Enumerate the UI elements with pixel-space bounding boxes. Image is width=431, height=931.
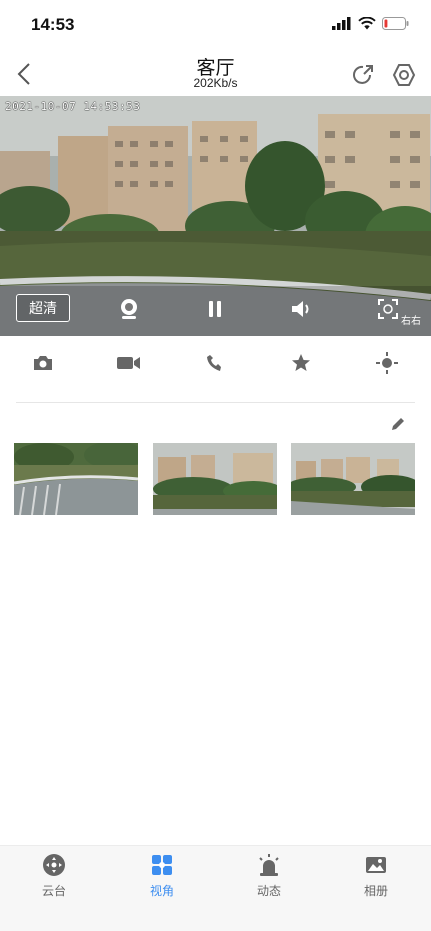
preset-thumbnail[interactable] xyxy=(291,443,415,515)
brightness-button[interactable] xyxy=(373,350,401,376)
pan-tilt-button[interactable] xyxy=(116,296,142,322)
battery-icon xyxy=(382,17,409,30)
preset-1-image xyxy=(14,443,138,515)
section-divider xyxy=(16,402,415,403)
preset-3-image xyxy=(291,443,415,515)
tab-label: 动态 xyxy=(256,884,281,898)
edit-presets-button[interactable] xyxy=(387,413,409,435)
volume-button[interactable] xyxy=(288,296,314,322)
pencil-icon xyxy=(392,418,404,430)
watermark-label: 右右 xyxy=(401,316,421,327)
preset-2-image xyxy=(153,443,277,515)
share-button[interactable] xyxy=(350,62,376,88)
preset-thumbnail[interactable] xyxy=(153,443,277,515)
camera-icon xyxy=(34,356,52,370)
wifi-icon xyxy=(358,17,376,30)
tab-motion[interactable]: 动态 xyxy=(229,852,309,902)
tab-ptz[interactable]: 云台 xyxy=(14,852,94,902)
action-row xyxy=(0,342,431,384)
tab-album[interactable]: 相册 xyxy=(336,852,416,902)
tab-view-angle[interactable]: 视角 xyxy=(122,852,202,902)
alarm-light-icon xyxy=(259,854,279,876)
share-icon xyxy=(353,65,373,84)
quality-button[interactable]: 超清 xyxy=(16,294,70,322)
album-icon xyxy=(366,857,386,873)
light-icon xyxy=(376,352,398,374)
settings-button[interactable] xyxy=(391,62,417,88)
video-camera-icon xyxy=(117,357,140,369)
preset-list xyxy=(14,443,417,515)
fullscreen-button[interactable] xyxy=(375,296,401,322)
tab-label: 视角 xyxy=(149,884,174,898)
pause-icon xyxy=(209,301,221,317)
fullscreen-icon xyxy=(378,299,398,319)
status-icons xyxy=(332,17,409,30)
status-time: 14:53 xyxy=(31,15,75,34)
camera-lens-icon xyxy=(121,299,137,319)
talk-button[interactable] xyxy=(201,350,229,376)
star-icon xyxy=(292,354,310,371)
live-video-view[interactable]: 2021-10-07 14:53:53 超清 右右 xyxy=(0,96,431,336)
phone-icon xyxy=(207,355,221,371)
preset-thumbnail[interactable] xyxy=(14,443,138,515)
pause-button[interactable] xyxy=(202,296,228,322)
hexagon-settings-icon xyxy=(392,64,416,86)
ptz-joystick-icon xyxy=(43,854,65,876)
status-bar: 14:53 xyxy=(0,0,431,50)
osd-timestamp: 2021-10-07 14:53:53 xyxy=(5,100,141,113)
tab-label: 相册 xyxy=(363,884,388,898)
nav-bar: 客厅 202Kb/s xyxy=(0,50,431,96)
signal-icon xyxy=(332,17,351,30)
record-button[interactable] xyxy=(115,350,143,376)
camera-live-view-page: 14:53 客厅 202Kb/s 2021-10-07 14:53:53 超清 … xyxy=(0,0,431,931)
video-controls: 超清 右右 xyxy=(0,292,431,327)
snapshot-button[interactable] xyxy=(29,350,57,376)
bottom-tab-bar: 云台 视角 动态 相册 xyxy=(0,845,431,931)
speaker-icon xyxy=(292,301,309,317)
view-angle-icon xyxy=(152,855,172,875)
tab-label: 云台 xyxy=(41,884,66,898)
favorite-button[interactable] xyxy=(287,350,315,376)
